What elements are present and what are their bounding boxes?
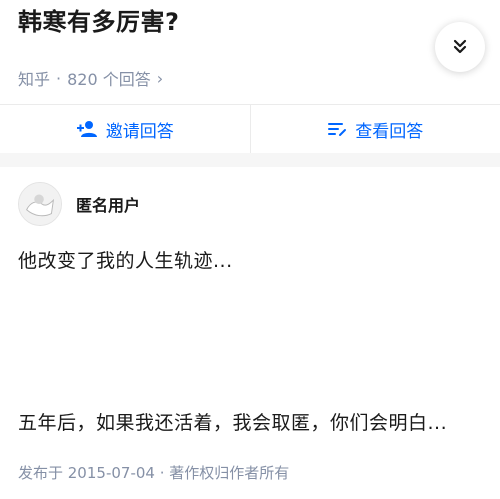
action-bar: 邀请回答 查看回答	[0, 105, 500, 153]
answer-paragraph: 他改变了我的人生轨迹...	[18, 250, 233, 272]
add-person-icon	[76, 121, 97, 137]
list-icon	[328, 123, 347, 136]
author-name[interactable]: 匿名用户	[76, 192, 140, 216]
answer-paragraph: 五年后，如果我还活着，我会取匿，你们会明白...	[18, 412, 448, 434]
invite-answer-label: 邀请回答	[105, 121, 174, 142]
anonymous-avatar-icon	[19, 183, 61, 225]
view-answers-label: 查看回答	[355, 121, 424, 142]
invite-answer-button[interactable]: 邀请回答	[0, 105, 250, 153]
answer-count: 820 个回答	[67, 70, 151, 89]
answer-footer: 发布于 2015-07-04 · 著作权归作者所有	[18, 464, 290, 482]
answer-author[interactable]: 匿名用户	[18, 182, 140, 226]
view-answers-button[interactable]: 查看回答	[251, 105, 500, 153]
collapse-button[interactable]	[435, 22, 485, 72]
double-chevron-down-icon	[453, 39, 467, 54]
question-meta[interactable]: 知乎 · 820 个回答 ›	[18, 66, 163, 90]
section-gap	[0, 153, 500, 167]
chevron-right-icon: ›	[156, 68, 164, 88]
source-label: 知乎	[18, 70, 51, 89]
avatar[interactable]	[18, 182, 62, 226]
question-title: 韩寒有多厉害?	[18, 8, 180, 36]
meta-separator: ·	[56, 68, 62, 88]
